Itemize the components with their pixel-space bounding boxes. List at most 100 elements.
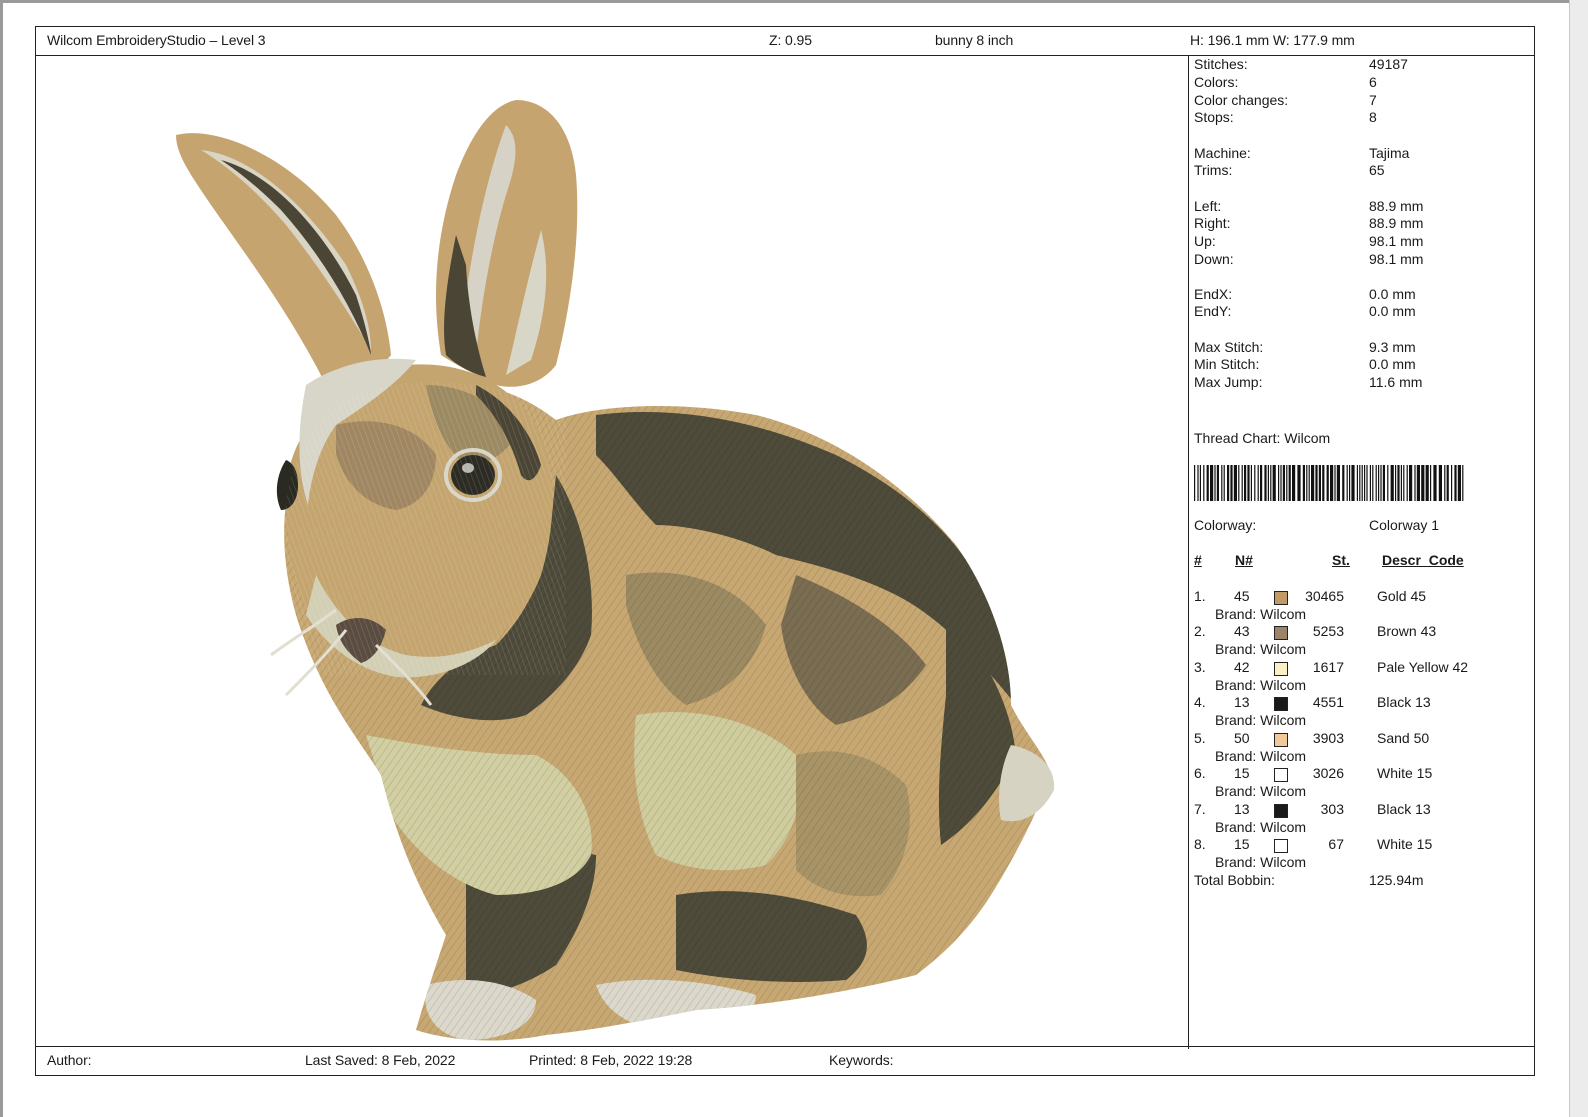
barcode-bar xyxy=(1330,465,1334,501)
barcode-bar xyxy=(1361,465,1363,501)
barcode-bar xyxy=(1364,465,1366,501)
barcode-bar xyxy=(1197,465,1199,501)
barcode-bar xyxy=(1238,465,1240,501)
barcode-bar xyxy=(1342,465,1345,501)
barcode-bar xyxy=(1233,465,1237,501)
barcode-bar xyxy=(1272,465,1276,501)
barcode-bar xyxy=(1280,465,1282,501)
col-header-stitches: St. xyxy=(1332,552,1350,568)
barcode-bar xyxy=(1356,465,1358,501)
col-header-number: N# xyxy=(1235,552,1253,568)
design-barcode xyxy=(1194,465,1464,501)
keywords-label: Keywords: xyxy=(829,1052,894,1068)
thread-row: 1. 45 30465 Gold 45 Brand: Wilcom xyxy=(1194,588,1427,622)
barcode-bar xyxy=(1311,465,1315,501)
barcode-bar xyxy=(1382,465,1385,501)
barcode-bar xyxy=(1244,465,1247,501)
barcode-bar xyxy=(1322,465,1325,501)
barcode-bar xyxy=(1315,465,1318,501)
design-name: bunny 8 inch xyxy=(935,32,1014,48)
barcode-bar xyxy=(1206,465,1209,501)
barcode-bar xyxy=(1221,465,1223,501)
barcode-bar xyxy=(1223,465,1225,501)
barcode-bar xyxy=(1366,465,1368,501)
design-info-panel: Stitches: 49187 Colors: 6 Color changes: 7 … xyxy=(1188,55,1534,1049)
barcode-bar xyxy=(1409,465,1413,501)
thread-row: 3. 42 1617 Pale Yellow 42 Brand: Wilcom xyxy=(1194,659,1469,693)
barcode-bar xyxy=(1397,465,1400,501)
color-swatch xyxy=(1274,804,1288,818)
last-saved: Last Saved: 8 Feb, 2022 xyxy=(305,1052,456,1068)
barcode-bar xyxy=(1230,465,1233,501)
barcode-bar xyxy=(1438,465,1442,501)
barcode-bar xyxy=(1444,465,1446,501)
barcode-bar xyxy=(1395,465,1397,501)
barcode-bar xyxy=(1334,465,1336,501)
barcode-bar xyxy=(1446,465,1449,501)
thread-row: 6. 15 3026 White 15 Brand: Wilcom xyxy=(1194,765,1433,799)
barcode-bar xyxy=(1210,465,1214,501)
bunny-embroidery-image xyxy=(176,100,1055,1041)
barcode-bar xyxy=(1292,465,1296,501)
printed-date: Printed: 8 Feb, 2022 19:28 xyxy=(529,1052,693,1068)
barcode-bar xyxy=(1282,465,1285,501)
barcode-bar xyxy=(1336,465,1340,501)
barcode-bar xyxy=(1227,465,1230,501)
barcode-bar xyxy=(1390,465,1394,501)
barcode-bar xyxy=(1400,465,1402,501)
color-swatch xyxy=(1274,768,1288,782)
thread-row: 2. 43 5253 Brown 43 Brand: Wilcom xyxy=(1194,623,1437,657)
color-swatch xyxy=(1274,839,1288,853)
barcode-bar xyxy=(1351,465,1355,501)
barcode-bar xyxy=(1297,465,1301,501)
thread-row: 8. 15 67 White 15 Brand: Wilcom xyxy=(1194,836,1433,870)
barcode-bar xyxy=(1372,465,1374,501)
design-dimensions: H: 196.1 mm W: 177.9 mm xyxy=(1190,32,1355,48)
color-swatch xyxy=(1274,733,1288,747)
vertical-scrollbar[interactable] xyxy=(1569,0,1588,1117)
barcode-bar xyxy=(1375,465,1377,501)
barcode-bar xyxy=(1241,465,1243,501)
zoom-readout: Z: 0.95 xyxy=(769,32,812,48)
app-title: Wilcom EmbroideryStudio – Level 3 xyxy=(47,32,266,48)
barcode-bar xyxy=(1203,465,1205,501)
barcode-bar xyxy=(1254,465,1256,501)
barcode-bar xyxy=(1286,465,1288,501)
barcode-bar xyxy=(1462,465,1464,501)
thread-row: 5. 50 3903 Sand 50 Brand: Wilcom xyxy=(1194,730,1430,764)
barcode-bar xyxy=(1326,465,1329,501)
barcode-bar xyxy=(1308,465,1310,501)
barcode-bar xyxy=(1302,465,1305,501)
color-swatch xyxy=(1274,662,1288,676)
barcode-bar xyxy=(1349,465,1351,501)
barcode-bar xyxy=(1199,465,1201,501)
worksheet-footer: Author: Last Saved: 8 Feb, 2022 Printed:… xyxy=(36,1046,1534,1075)
barcode-bar xyxy=(1451,465,1453,501)
production-worksheet: Wilcom EmbroideryStudio – Level 3 Z: 0.9… xyxy=(35,26,1535,1076)
barcode-bar xyxy=(1264,465,1267,501)
barcode-bar xyxy=(1457,465,1461,501)
barcode-bar xyxy=(1421,465,1425,501)
barcode-bar xyxy=(1387,465,1389,501)
author-label: Author: xyxy=(47,1052,92,1068)
barcode-bar xyxy=(1278,465,1280,501)
barcode-bar xyxy=(1194,465,1196,501)
thread-row: 4. 13 4551 Black 13 Brand: Wilcom xyxy=(1194,694,1431,728)
barcode-bar xyxy=(1430,465,1432,501)
barcode-bar xyxy=(1414,465,1416,501)
page-left-edge xyxy=(0,0,3,1117)
barcode-bar xyxy=(1359,465,1361,501)
barcode-bar xyxy=(1454,465,1457,501)
barcode-bar xyxy=(1288,465,1291,501)
barcode-bar xyxy=(1250,465,1252,501)
barcode-bar xyxy=(1214,465,1216,501)
barcode-bar xyxy=(1216,465,1219,501)
color-swatch xyxy=(1274,591,1288,605)
barcode-bar xyxy=(1260,465,1263,501)
design-preview xyxy=(36,55,1188,1049)
barcode-bar xyxy=(1403,465,1405,501)
barcode-bar xyxy=(1270,465,1272,501)
color-swatch xyxy=(1274,626,1288,640)
barcode-bar xyxy=(1346,465,1348,501)
page-top-edge xyxy=(0,0,1570,3)
